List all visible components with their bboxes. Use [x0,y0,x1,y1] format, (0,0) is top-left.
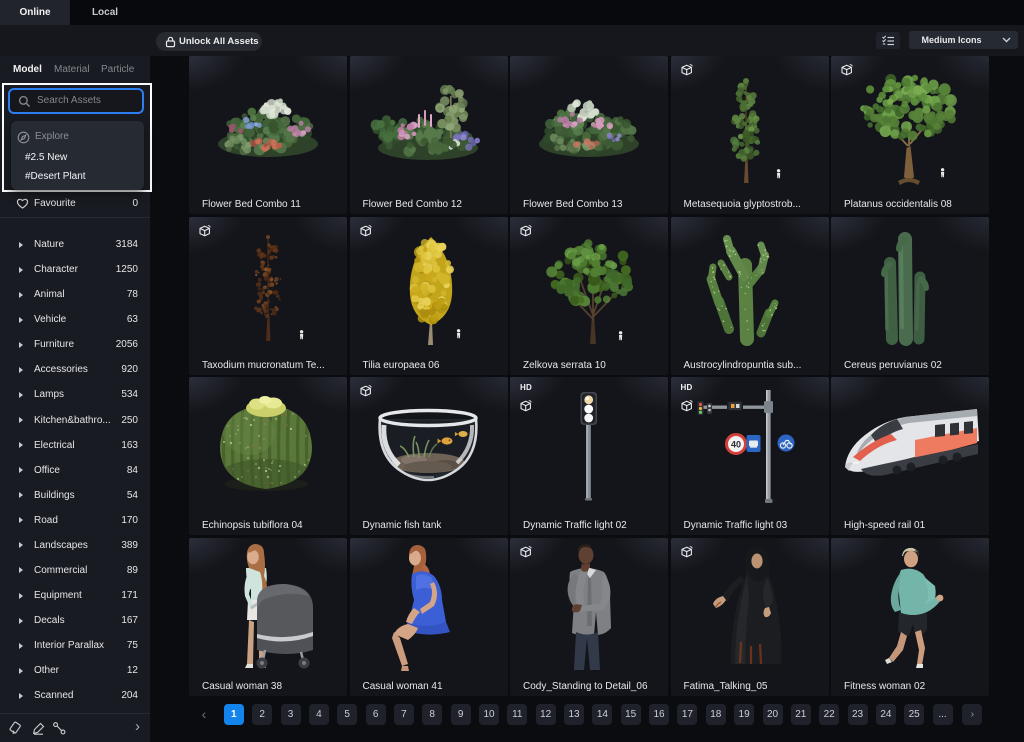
svg-text:40: 40 [730,440,740,450]
